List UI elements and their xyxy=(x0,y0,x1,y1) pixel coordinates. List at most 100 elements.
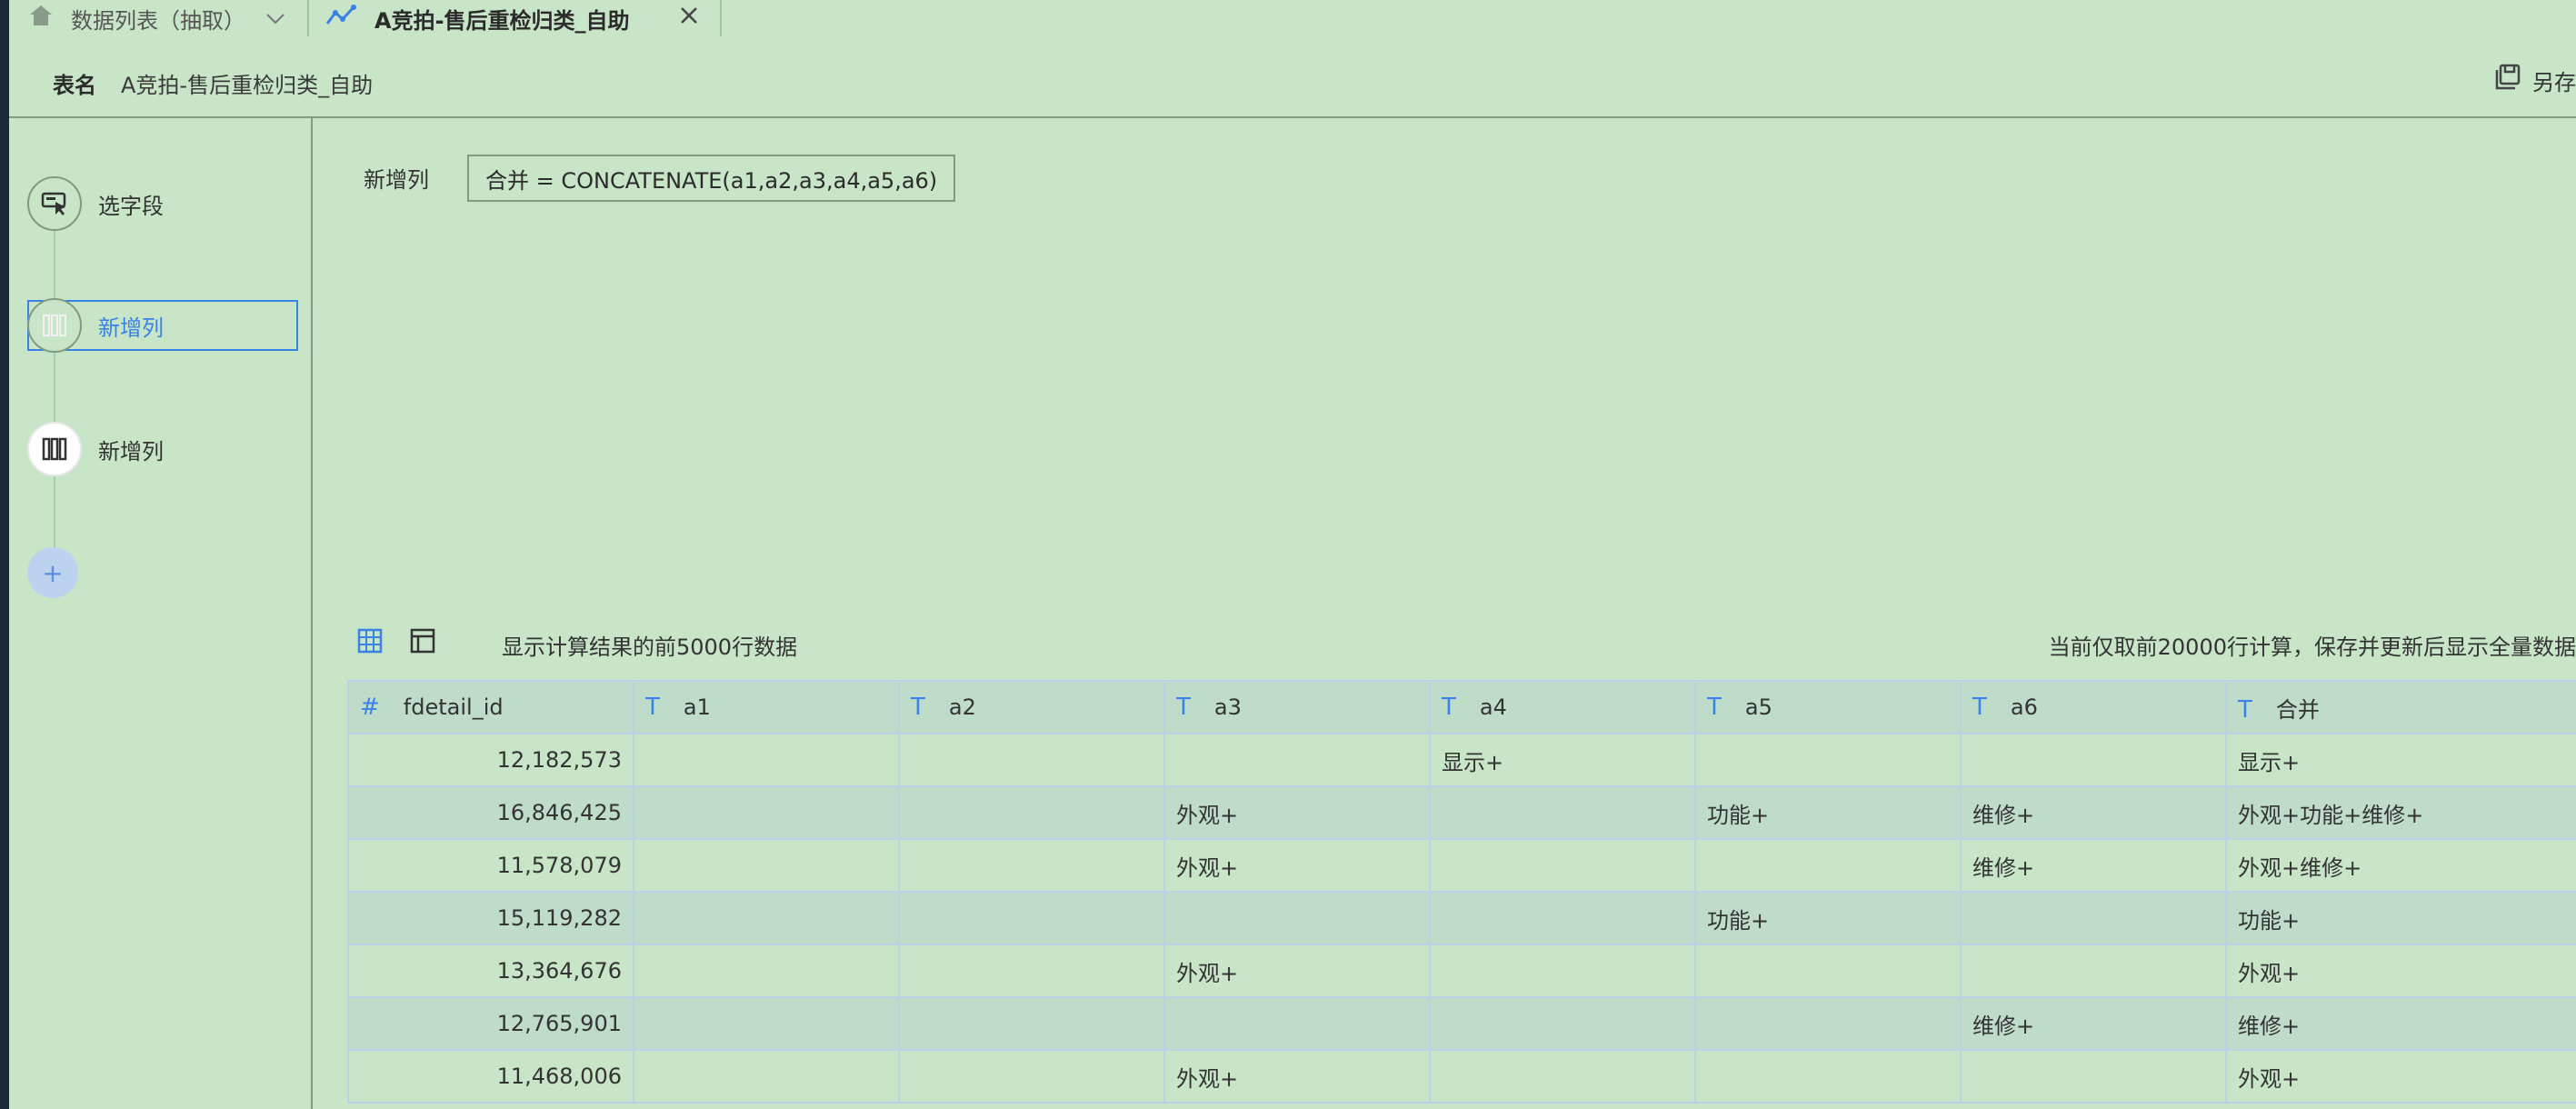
table-cell xyxy=(1960,1049,2227,1104)
home-icon xyxy=(27,3,55,34)
column-header[interactable]: Ta2 xyxy=(898,680,1165,734)
table-cell xyxy=(633,838,900,893)
column-header[interactable]: Ta5 xyxy=(1694,680,1962,734)
table-cell: 11,578,079 xyxy=(347,838,634,893)
table-cell xyxy=(898,785,1165,840)
table-cell xyxy=(633,891,900,945)
table-cell: 外观+ xyxy=(2225,944,2576,998)
table-cell xyxy=(1694,1049,1962,1104)
table-row: 11,578,079 外观+ 维修+ 外观+维修+ xyxy=(347,838,2576,893)
close-icon[interactable] xyxy=(679,5,699,31)
table-cell xyxy=(898,891,1165,945)
tab-label: 数据列表（抽取） xyxy=(71,7,245,34)
table-cell xyxy=(1163,733,1431,787)
table-cell xyxy=(1694,944,1962,998)
table-cell xyxy=(1694,733,1962,787)
table-cell xyxy=(1429,891,1696,945)
select-field-icon xyxy=(27,176,82,231)
table-cell: 维修+ xyxy=(1960,996,2227,1051)
save-as-label: 另存 xyxy=(2532,69,2576,95)
column-header[interactable]: Ta1 xyxy=(633,680,900,734)
table-cell xyxy=(633,785,900,840)
table-cell: 16,846,425 xyxy=(347,785,634,840)
page-header: 表名 A竞拍-售后重检归类_自助 另存 xyxy=(9,36,2576,118)
save-icon xyxy=(2494,64,2521,96)
tab-current-table[interactable]: A竞拍-售后重检归类_自助 xyxy=(307,0,722,36)
table-row: 12,182,573 显示+ 显示+ xyxy=(347,733,2576,787)
table-cell: 外观+ xyxy=(2225,1049,2576,1104)
table-row: 11,468,006 外观+ 外观+ xyxy=(347,1049,2576,1104)
chevron-down-icon[interactable] xyxy=(265,5,285,31)
table-row: 13,364,676 外观+ 外观+ xyxy=(347,944,2576,998)
column-header[interactable]: T 合并 xyxy=(2225,680,2576,734)
step-label: 选字段 xyxy=(98,193,164,219)
tab-label: A竞拍-售后重检归类_自助 xyxy=(374,7,630,34)
table-cell xyxy=(1163,996,1431,1051)
table-cell xyxy=(898,1049,1165,1104)
layout-view-icon[interactable] xyxy=(409,627,436,658)
table-cell: 外观+ xyxy=(1163,944,1431,998)
column-header[interactable]: Ta4 xyxy=(1429,680,1696,734)
table-row: 16,846,425 外观+ 功能+ 维修+ 外观+功能+维修+ xyxy=(347,785,2576,840)
text-type-icon: T xyxy=(645,694,660,721)
table-cell xyxy=(898,838,1165,893)
table-cell xyxy=(898,996,1165,1051)
plus-icon: + xyxy=(27,547,78,598)
table-cell: 外观+ xyxy=(1163,785,1431,840)
table-cell: 外观+功能+维修+ xyxy=(2225,785,2576,840)
table-cell: 维修+ xyxy=(1960,785,2227,840)
column-header[interactable]: Ta3 xyxy=(1163,680,1431,734)
tab-bar: 数据列表（抽取） A竞拍-售后重检归类_自助 xyxy=(9,0,2576,36)
column-header[interactable]: # fdetail_id xyxy=(347,680,634,734)
add-step-button[interactable]: + xyxy=(27,545,78,600)
table-cell: 15,119,282 xyxy=(347,891,634,945)
table-cell: 显示+ xyxy=(1429,733,1696,787)
text-type-icon: T xyxy=(1442,694,1456,721)
main-panel: 新增列 合并 = CONCATENATE(a1,a2,a3,a4,a5,a6) … xyxy=(313,118,2576,1109)
table-cell xyxy=(1429,944,1696,998)
table-header-row: # fdetail_id Ta1 Ta2 Ta3 Ta4 Ta5 Ta6 T 合并 xyxy=(347,680,2576,734)
add-column-icon xyxy=(27,298,82,353)
text-type-icon: T xyxy=(911,694,925,721)
table-cell: 外观+ xyxy=(1163,1049,1431,1104)
table-cell xyxy=(633,944,900,998)
line-chart-icon xyxy=(325,4,356,33)
table-cell xyxy=(633,733,900,787)
table-cell xyxy=(1163,891,1431,945)
table-cell: 12,765,901 xyxy=(347,996,634,1051)
formula-label: 新增列 xyxy=(364,167,429,193)
number-type-icon: # xyxy=(360,694,380,721)
text-type-icon: T xyxy=(1176,694,1191,721)
data-table: # fdetail_id Ta1 Ta2 Ta3 Ta4 Ta5 Ta6 T 合并 … xyxy=(347,680,2576,1104)
table-row: 12,765,901 维修+ 维修+ xyxy=(347,996,2576,1051)
tab-data-list[interactable]: 数据列表（抽取） xyxy=(27,0,307,36)
table-cell: 11,468,006 xyxy=(347,1049,634,1104)
table-cell: 13,364,676 xyxy=(347,944,634,998)
steps-sidebar: 选字段 新增列 新增列 + xyxy=(9,118,313,1109)
formula-expression[interactable]: 合并 = CONCATENATE(a1,a2,a3,a4,a5,a6) xyxy=(467,155,956,202)
step-label: 新增列 xyxy=(98,315,164,341)
step-select-fields[interactable]: 选字段 xyxy=(27,176,164,231)
table-row: 15,119,282 功能+ 功能+ xyxy=(347,891,2576,945)
step-add-column-2[interactable]: 新增列 xyxy=(27,422,164,476)
preview-note: 当前仅取前20000行计算，保存并更新后显示全量数据 xyxy=(2048,634,2576,660)
table-view-icon[interactable] xyxy=(356,627,384,658)
table-cell: 维修+ xyxy=(2225,996,2576,1051)
table-cell xyxy=(898,944,1165,998)
column-header[interactable]: Ta6 xyxy=(1960,680,2227,734)
table-cell xyxy=(1429,838,1696,893)
table-cell: 功能+ xyxy=(1694,891,1962,945)
table-cell xyxy=(1694,838,1962,893)
save-as-button[interactable]: 另存 xyxy=(2494,64,2576,96)
table-cell xyxy=(1960,944,2227,998)
table-name-label: 表名 xyxy=(53,73,96,98)
table-cell: 12,182,573 xyxy=(347,733,634,787)
add-column-icon xyxy=(27,422,82,476)
table-cell xyxy=(1429,785,1696,840)
table-cell: 显示+ xyxy=(2225,733,2576,787)
steps-connector xyxy=(54,231,55,584)
table-cell: 功能+ xyxy=(2225,891,2576,945)
step-add-column-1[interactable]: 新增列 xyxy=(27,298,164,353)
step-label: 新增列 xyxy=(98,438,164,465)
table-name: A竞拍-售后重检归类_自助 xyxy=(121,73,374,98)
